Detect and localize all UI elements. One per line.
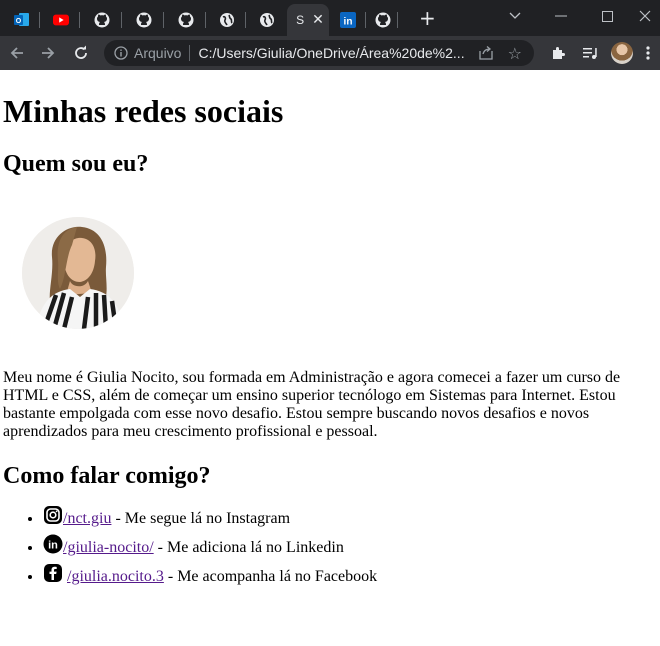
extensions-puzzle-icon[interactable] xyxy=(546,41,570,65)
github-icon xyxy=(94,12,110,28)
minimize-icon[interactable] xyxy=(538,0,584,32)
svg-text:in: in xyxy=(48,540,58,552)
tab-separator xyxy=(245,12,246,28)
list-item-facebook: /giulia.nocito.3 - Me acompanha lá no Fa… xyxy=(43,563,657,586)
info-icon[interactable] xyxy=(114,46,128,60)
more-menu-icon[interactable] xyxy=(640,41,656,65)
back-arrow-icon[interactable] xyxy=(5,41,29,65)
svg-text:O: O xyxy=(16,18,22,25)
close-tab-icon[interactable]: ✕ xyxy=(312,12,324,28)
profile-avatar[interactable] xyxy=(611,42,633,64)
browser-toolbar: Arquivo C:/Users/Giulia/OneDrive/Área%20… xyxy=(0,36,660,70)
tab-linkedin[interactable]: in xyxy=(330,4,366,36)
youtube-icon xyxy=(53,12,69,28)
tab-separator xyxy=(163,12,164,28)
github-icon xyxy=(375,12,391,28)
tab-search-chevron-icon[interactable] xyxy=(492,0,538,32)
tab-github-3[interactable] xyxy=(166,4,206,36)
linkedin-icon: in xyxy=(340,12,356,28)
svg-text:in: in xyxy=(344,17,353,28)
reload-icon[interactable] xyxy=(69,41,93,65)
github-icon xyxy=(136,12,152,28)
tab-github-2[interactable] xyxy=(124,4,164,36)
linkedin-description: - Me adiciona lá no Linkedin xyxy=(153,539,344,556)
share-icon[interactable] xyxy=(478,45,494,64)
globe-icon xyxy=(259,12,275,28)
tab-active[interactable]: S ✕ xyxy=(287,4,329,36)
list-item-linkedin: in /giulia-nocito/ - Me adiciona lá no L… xyxy=(43,534,657,557)
about-heading: Quem sou eu? xyxy=(3,151,149,177)
tab-separator xyxy=(79,12,80,28)
tab-globe-2[interactable] xyxy=(248,4,286,36)
address-bar[interactable]: Arquivo C:/Users/Giulia/OneDrive/Área%20… xyxy=(104,40,534,66)
tab-globe-1[interactable] xyxy=(208,4,246,36)
list-item-instagram: /nct.giu - Me segue lá no Instagram xyxy=(43,505,657,528)
tab-github-4[interactable] xyxy=(368,4,398,36)
linkedin-icon: in xyxy=(43,534,63,554)
instagram-icon xyxy=(43,505,63,525)
tab-separator xyxy=(121,12,122,28)
facebook-icon xyxy=(43,563,63,583)
tab-strip: O S ✕ in + xyxy=(0,0,660,36)
forward-arrow-icon[interactable] xyxy=(36,41,60,65)
tab-separator xyxy=(205,12,206,28)
address-divider xyxy=(189,45,191,61)
tab-outlook[interactable]: O xyxy=(4,4,40,36)
page-title: Minhas redes sociais xyxy=(3,93,284,129)
tab-github-1[interactable] xyxy=(82,4,122,36)
linkedin-link[interactable]: /giulia-nocito/ xyxy=(63,539,154,556)
contact-heading: Como falar comigo? xyxy=(3,463,211,489)
bookmark-star-icon[interactable]: ☆ xyxy=(508,44,522,63)
tab-active-label: S xyxy=(296,13,305,27)
facebook-link[interactable]: /giulia.nocito.3 xyxy=(67,568,164,585)
tab-separator xyxy=(39,12,40,28)
reading-list-icon[interactable] xyxy=(578,41,602,65)
address-scheme-label: Arquivo xyxy=(134,45,182,61)
tab-youtube[interactable] xyxy=(42,4,80,36)
globe-icon xyxy=(219,12,235,28)
github-icon xyxy=(178,12,194,28)
maximize-icon[interactable] xyxy=(584,0,630,32)
page-content: Minhas redes sociais Quem sou eu? Meu no… xyxy=(0,91,660,586)
profile-photo xyxy=(22,217,134,329)
outlook-icon: O xyxy=(14,12,30,28)
bio-paragraph: Meu nome é Giulia Nocito, sou formada em… xyxy=(3,369,621,440)
new-tab-icon[interactable]: + xyxy=(419,6,436,30)
instagram-description: - Me segue lá no Instagram xyxy=(111,510,291,527)
instagram-link[interactable]: /nct.giu xyxy=(63,510,111,527)
tab-separator xyxy=(365,12,366,28)
social-links-list: /nct.giu - Me segue lá no Instagram in /… xyxy=(3,505,657,586)
close-window-icon[interactable] xyxy=(630,0,660,32)
facebook-description: - Me acompanha lá no Facebook xyxy=(163,568,378,585)
tab-separator xyxy=(397,12,398,28)
url-text[interactable]: C:/Users/Giulia/OneDrive/Área%20de%2... xyxy=(198,45,464,61)
